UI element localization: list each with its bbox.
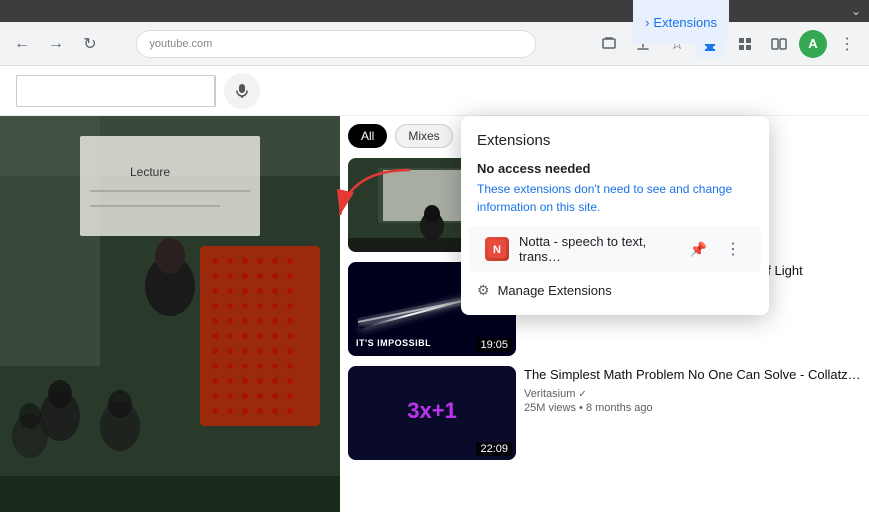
- tab-search-icon[interactable]: [731, 30, 759, 58]
- yt-search-bar: [0, 66, 869, 116]
- verified-badge: ✓: [578, 389, 586, 400]
- manage-extensions-button[interactable]: ⚙ Manage Extensions: [461, 272, 769, 299]
- duration-badge: 19:05: [476, 338, 512, 352]
- svg-text:N: N: [493, 244, 501, 256]
- main-content: Lecture: [0, 116, 869, 512]
- breadcrumb-text: Extensions: [653, 15, 717, 30]
- thumb-label: IT'S IMPOSSIBL: [356, 338, 431, 348]
- video-frame: Lecture: [0, 116, 340, 512]
- split-view-icon[interactable]: [765, 30, 793, 58]
- video-meta: 25M views • 8 months ago: [524, 402, 861, 414]
- ext-name-label: Notta - speech to text, trans…: [519, 234, 676, 264]
- address-bar[interactable]: youtube.com: [136, 30, 536, 58]
- video-item[interactable]: 3x+13x+1 22:09 The Simplest Math Problem…: [348, 366, 861, 460]
- svg-text:Lecture: Lecture: [130, 165, 170, 179]
- browser-top-bar: ⌄: [0, 0, 869, 22]
- video-thumbnail: 3x+13x+1 22:09: [348, 366, 516, 460]
- search-input[interactable]: [17, 83, 214, 99]
- ext-no-access-label: No access needed: [461, 161, 769, 180]
- forward-button[interactable]: →: [42, 30, 70, 58]
- ext-more-button[interactable]: ⋮: [721, 235, 745, 263]
- gear-icon: ⚙: [477, 282, 490, 299]
- filter-chip-mixes[interactable]: Mixes: [395, 124, 452, 148]
- extensions-popup-title: Extensions: [461, 132, 769, 161]
- screenshot-icon[interactable]: [595, 30, 623, 58]
- reload-button[interactable]: ↻: [76, 30, 104, 58]
- search-button[interactable]: [214, 76, 216, 106]
- window-chevron-icon: ⌄: [851, 4, 861, 18]
- filter-chip-all[interactable]: All: [348, 124, 387, 148]
- search-input-wrapper: [16, 75, 216, 107]
- mic-button[interactable]: [224, 73, 260, 109]
- svg-text:3x+1: 3x+1: [407, 398, 457, 423]
- breadcrumb-chevron: ›: [645, 15, 649, 30]
- video-channel-name: Veritasium ✓: [524, 388, 861, 400]
- ext-pin-button[interactable]: 📌: [686, 237, 711, 262]
- extensions-breadcrumb: › Extensions: [633, 0, 729, 44]
- video-player-panel[interactable]: Lecture: [0, 116, 340, 512]
- manage-ext-label: Manage Extensions: [498, 283, 612, 298]
- extensions-popup: Extensions No access needed These extens…: [461, 116, 769, 315]
- notta-icon: N: [485, 237, 509, 261]
- more-menu-button[interactable]: ⋮: [833, 30, 861, 58]
- back-button[interactable]: ←: [8, 30, 36, 58]
- ext-no-access-desc: These extensions don't need to see and c…: [461, 180, 769, 226]
- video-title: The Simplest Math Problem No One Can Sol…: [524, 366, 861, 384]
- browser-toolbar: ← → ↻ youtube.com ☆ A ⋮ › Extensions: [0, 22, 869, 66]
- url-text: youtube.com: [149, 38, 523, 50]
- user-avatar[interactable]: A: [799, 30, 827, 58]
- video-info: The Simplest Math Problem No One Can Sol…: [524, 366, 861, 460]
- duration-badge: 22:09: [476, 442, 512, 456]
- ext-item-notta: N Notta - speech to text, trans… 📌 ⋮: [469, 226, 761, 272]
